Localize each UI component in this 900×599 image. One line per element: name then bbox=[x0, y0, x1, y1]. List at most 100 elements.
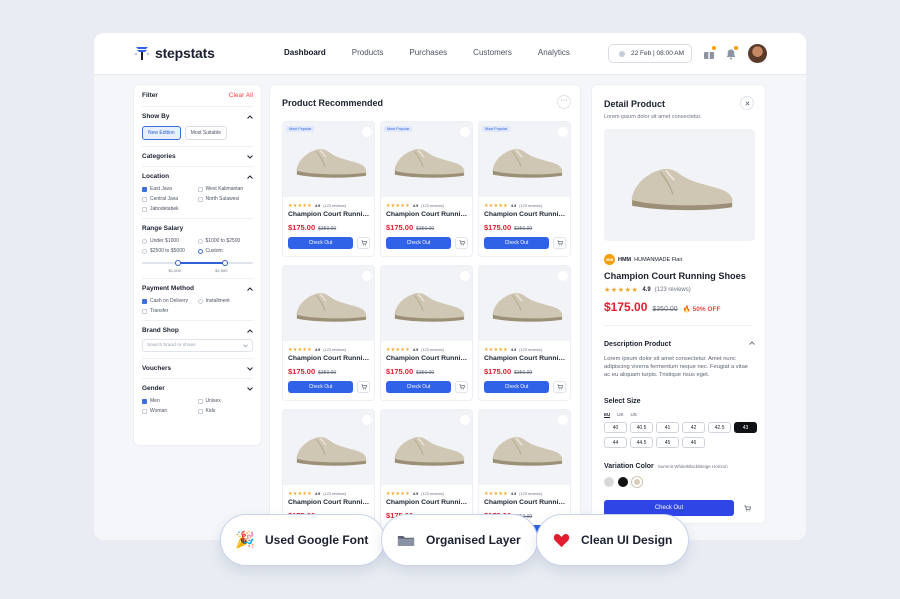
product-image[interactable]: Most Popular bbox=[381, 122, 472, 197]
bell-icon[interactable] bbox=[725, 46, 738, 60]
wishlist-button[interactable] bbox=[558, 271, 568, 281]
gender-kids[interactable]: Kids bbox=[197, 408, 254, 414]
color-swatch[interactable] bbox=[632, 477, 642, 487]
checkbox[interactable] bbox=[197, 186, 203, 192]
checkbox[interactable] bbox=[197, 398, 203, 404]
location-jabodetabek[interactable]: Jabodetabek bbox=[142, 206, 198, 212]
radio[interactable] bbox=[197, 238, 203, 244]
checkout-button[interactable]: Check Out bbox=[484, 237, 549, 249]
size-tab-uk[interactable]: UK bbox=[617, 412, 623, 418]
location-east-java[interactable]: East Java bbox=[142, 186, 198, 192]
range-max-handle[interactable] bbox=[221, 260, 228, 266]
show-by-new-edition[interactable]: New Edition bbox=[142, 126, 181, 140]
checkbox[interactable] bbox=[142, 196, 147, 202]
salary-range-slider[interactable]: $1,000 $2,500 bbox=[142, 258, 253, 273]
add-to-cart-button[interactable] bbox=[455, 381, 468, 393]
size-option[interactable]: 41 bbox=[656, 422, 679, 433]
checkbox[interactable] bbox=[197, 408, 203, 414]
size-option[interactable]: 44 bbox=[604, 437, 627, 448]
avatar[interactable] bbox=[748, 44, 767, 63]
checkbox[interactable] bbox=[142, 186, 147, 192]
product-name[interactable]: Champion Court Running Shoes bbox=[484, 211, 568, 218]
date-display[interactable]: 22 Feb | 08:00 AM bbox=[608, 44, 692, 63]
gender-toggle[interactable]: Gender bbox=[142, 385, 253, 392]
product-name[interactable]: Champion Court Running Shoes bbox=[288, 211, 372, 218]
checkbox[interactable] bbox=[197, 196, 203, 202]
checkout-button[interactable]: Check Out bbox=[288, 381, 353, 393]
add-to-cart-button[interactable] bbox=[357, 237, 370, 249]
add-to-cart-button[interactable] bbox=[553, 381, 566, 393]
product-name[interactable]: Champion Court Running Shoes bbox=[288, 499, 372, 506]
product-image[interactable] bbox=[381, 410, 472, 485]
product-image[interactable] bbox=[479, 266, 570, 341]
product-image[interactable] bbox=[283, 266, 374, 341]
brand-search-input[interactable]: Search brand or shoes bbox=[142, 339, 253, 352]
checkbox[interactable] bbox=[142, 308, 147, 314]
product-name[interactable]: Champion Court Running Shoes bbox=[386, 211, 470, 218]
size-tab-eu[interactable]: EU bbox=[604, 412, 611, 418]
payment-transfer[interactable]: Transfer bbox=[142, 308, 198, 314]
product-card[interactable]: Most Popular ★★★★★ 4.9 (123 reviews) Champio… bbox=[478, 121, 571, 257]
wishlist-button[interactable] bbox=[460, 415, 470, 425]
size-option[interactable]: 44.5 bbox=[630, 437, 653, 448]
more-options-button[interactable]: ··· bbox=[557, 95, 571, 109]
wishlist-button[interactable] bbox=[362, 127, 372, 137]
payment-installment[interactable]: Installment bbox=[197, 298, 254, 304]
size-tab-us[interactable]: US bbox=[631, 412, 637, 418]
salary-custom[interactable]: Custom bbox=[197, 248, 254, 254]
nav-purchases[interactable]: Purchases bbox=[409, 48, 447, 57]
product-image[interactable] bbox=[381, 266, 472, 341]
salary-under-1000[interactable]: Under $1000 bbox=[142, 238, 198, 244]
brand-shop-toggle[interactable]: Brand Shop bbox=[142, 327, 253, 334]
checkbox[interactable] bbox=[142, 398, 147, 404]
wishlist-button[interactable] bbox=[460, 271, 470, 281]
wishlist-button[interactable] bbox=[362, 271, 372, 281]
clear-all-button[interactable]: Clear All bbox=[229, 92, 253, 99]
color-swatch[interactable] bbox=[618, 477, 628, 487]
radio[interactable] bbox=[142, 238, 147, 244]
product-name[interactable]: Champion Court Running Shoes bbox=[484, 355, 568, 362]
product-name[interactable]: Champion Court Running Shoes bbox=[386, 499, 470, 506]
product-card[interactable]: ★★★★★ 4.9 (123 reviews) Champion Court Runn… bbox=[282, 265, 375, 401]
range-salary-toggle[interactable]: Range Salary bbox=[142, 225, 253, 232]
vouchers-toggle[interactable]: Vouchers bbox=[142, 365, 253, 372]
checkbox[interactable] bbox=[142, 408, 147, 414]
range-min-handle[interactable] bbox=[175, 260, 182, 266]
product-card[interactable]: Most Popular ★★★★★ 4.9 (123 reviews) Champio… bbox=[380, 121, 473, 257]
color-swatch[interactable] bbox=[604, 477, 614, 487]
radio[interactable] bbox=[142, 248, 147, 254]
product-name[interactable]: Champion Court Running Shoes bbox=[484, 499, 568, 506]
add-to-cart-button[interactable] bbox=[357, 381, 370, 393]
nav-analytics[interactable]: Analytics bbox=[538, 48, 570, 57]
location-central-java[interactable]: Central Java bbox=[142, 196, 198, 202]
location-toggle[interactable]: Location bbox=[142, 173, 253, 180]
categories-toggle[interactable]: Categories bbox=[142, 153, 253, 160]
payment-cod[interactable]: Cash on Delivery bbox=[142, 298, 198, 304]
close-button[interactable] bbox=[740, 96, 754, 110]
checkout-button[interactable]: Check Out bbox=[386, 381, 451, 393]
description-toggle[interactable]: Description Product bbox=[604, 341, 755, 348]
size-option[interactable]: 45 bbox=[656, 437, 679, 448]
location-north-sulawesi[interactable]: North Sulawesi bbox=[197, 196, 254, 202]
salary-1000-2500[interactable]: $1000 to $2500 bbox=[197, 238, 254, 244]
product-name[interactable]: Champion Court Running Shoes bbox=[288, 355, 372, 362]
gift-icon[interactable] bbox=[703, 46, 716, 59]
wishlist-button[interactable] bbox=[558, 415, 568, 425]
product-image[interactable]: Most Popular bbox=[479, 122, 570, 197]
logo[interactable]: stepstats bbox=[134, 44, 215, 62]
nav-dashboard[interactable]: Dashboard bbox=[284, 48, 326, 57]
wishlist-button[interactable] bbox=[460, 127, 470, 137]
size-option[interactable]: 46 bbox=[682, 437, 705, 448]
radio[interactable] bbox=[197, 248, 203, 254]
wishlist-button[interactable] bbox=[558, 127, 568, 137]
wishlist-button[interactable] bbox=[362, 415, 372, 425]
location-west-kalimantan[interactable]: West Kalimantan bbox=[197, 186, 254, 192]
payment-toggle[interactable]: Payment Method bbox=[142, 285, 253, 292]
product-card[interactable]: ★★★★★ 4.9 (123 reviews) Champion Court Runn… bbox=[478, 265, 571, 401]
show-by-toggle[interactable]: Show By bbox=[142, 113, 253, 120]
gender-woman[interactable]: Woman bbox=[142, 408, 198, 414]
product-image[interactable] bbox=[283, 410, 374, 485]
gender-unisex[interactable]: Unisex bbox=[197, 398, 254, 404]
checkout-button[interactable]: Check Out bbox=[288, 237, 353, 249]
brand-row[interactable]: HMM HMM HUMANMADE Flair bbox=[604, 254, 682, 265]
